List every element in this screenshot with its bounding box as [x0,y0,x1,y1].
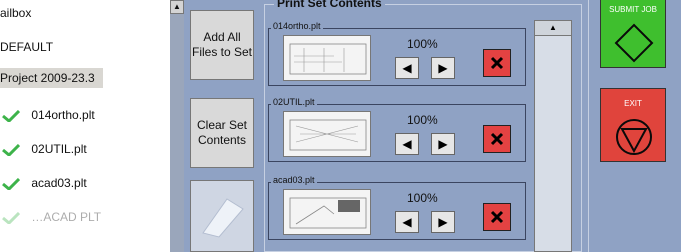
arrow-left-icon: ◀ [402,61,412,75]
add-all-files-label: Add All Files to Set [191,30,253,59]
clear-set-button[interactable]: Clear Set Contents [190,98,254,168]
next-button[interactable]: ▶ [431,57,455,79]
tree-item-label: 014ortho.plt [31,108,95,122]
arrow-left-icon: ◀ [402,215,412,229]
tree-item-label: Project 2009-23.3 [0,71,95,85]
tree-item-file[interactable]: acad03.plt [2,176,87,190]
tree-item-project[interactable]: Project 2009-23.3 [0,68,103,88]
tree-item-file[interactable]: …ACAD PLT [2,210,101,224]
scale-percent: 100% [407,113,438,127]
stop-icon [616,119,652,155]
tree-item-label: 02UTIL.plt [31,142,87,156]
check-icon [2,109,20,122]
arrow-right-icon: ▶ [438,61,448,75]
add-all-files-button[interactable]: Add All Files to Set [190,10,254,80]
file-name: 014ortho.plt [271,21,323,31]
file-name: 02UTIL.plt [271,97,317,107]
print-set-item: acad03.plt 100% ◀ ▶ [268,175,526,240]
close-icon [490,132,504,146]
tree-item-default[interactable]: DEFAULT [0,40,53,54]
tree-item-mailbox[interactable]: ailbox [0,6,31,20]
clear-set-label: Clear Set Contents [196,118,248,147]
print-set-button[interactable] [190,180,254,252]
check-icon [2,211,20,224]
check-icon [2,177,20,190]
previous-button[interactable]: ◀ [395,211,419,233]
list-scrollbar[interactable]: ▲ [534,20,572,252]
previous-button[interactable]: ◀ [395,133,419,155]
scrollbar[interactable] [170,14,184,252]
tree-item-file[interactable]: 014ortho.plt [2,108,95,122]
previous-button[interactable]: ◀ [395,57,419,79]
next-button[interactable]: ▶ [431,211,455,233]
plot-thumbnail [283,111,371,157]
next-button[interactable]: ▶ [431,133,455,155]
print-set-title: Print Set Contents [274,0,385,10]
scale-percent: 100% [407,191,438,205]
print-set-item: 014ortho.plt 100% ◀ ▶ [268,21,526,86]
submit-job-button[interactable]: SUBMIT JOB [600,0,666,68]
remove-file-button[interactable] [483,125,511,153]
plot-thumbnail [283,35,371,81]
print-set-item: 02UTIL.plt 100% ◀ ▶ [268,97,526,162]
scroll-up-button[interactable]: ▲ [170,0,184,14]
tree-item-label: …ACAD PLT [31,210,102,224]
remove-file-button[interactable] [483,203,511,231]
arrow-right-icon: ▶ [438,215,448,229]
print-panel: ▲ Add All Files to Set Clear Set Content… [170,0,681,252]
tree-item-label: DEFAULT [0,40,54,54]
close-icon [490,210,504,224]
file-tree: ailbox DEFAULT Project 2009-23.3 014orth… [0,0,150,252]
close-icon [490,56,504,70]
tree-item-label: ailbox [0,6,32,20]
submit-job-label: SUBMIT JOB [609,5,657,14]
plot-thumbnail [283,189,371,235]
arrow-left-icon: ◀ [402,137,412,151]
list-scroll-up-button[interactable]: ▲ [535,21,571,36]
arrow-right-icon: ▶ [438,137,448,151]
check-icon [2,143,20,156]
tree-item-label: acad03.plt [31,176,87,190]
scale-percent: 100% [407,37,438,51]
remove-file-button[interactable] [483,49,511,77]
diamond-icon [614,23,654,63]
exit-button[interactable]: EXIT [600,88,666,162]
tree-item-file[interactable]: 02UTIL.plt [2,142,87,156]
file-name: acad03.plt [271,175,317,185]
paper-icon [202,198,244,238]
exit-label: EXIT [624,99,642,108]
